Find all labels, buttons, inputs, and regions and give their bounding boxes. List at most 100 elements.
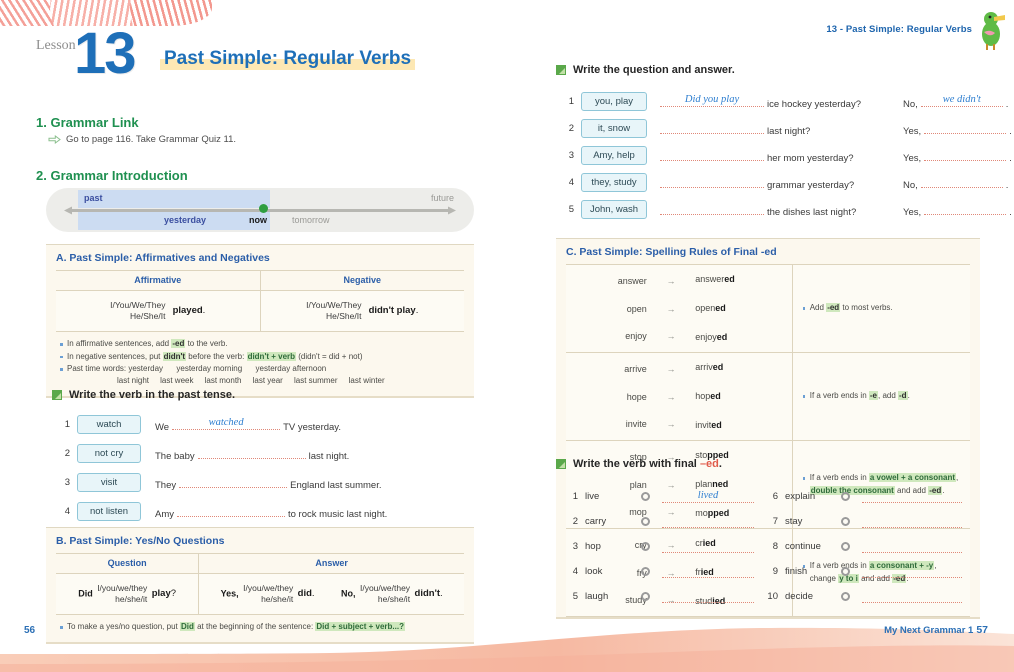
exercise-3-heading-text: Write the verb with final –ed. bbox=[573, 458, 722, 470]
answer-blank[interactable] bbox=[197, 446, 306, 459]
exercise-marker-icon bbox=[556, 65, 566, 75]
question-blank[interactable] bbox=[660, 148, 764, 161]
answer-period: . bbox=[1005, 98, 1009, 110]
answer-blank[interactable]: lived bbox=[662, 490, 754, 503]
exercise-3-row: 5 laugh bbox=[562, 584, 762, 609]
exercise-1-heading: Write the verb in the past tense. bbox=[52, 389, 235, 401]
bullet-circle-icon bbox=[641, 517, 650, 526]
item-number: 4 bbox=[572, 566, 578, 577]
textbook-page-spread: 13 - Past Simple: Regular Verbs Lesson 1… bbox=[0, 0, 1014, 672]
answer-lead: Yes, bbox=[903, 125, 922, 137]
item-number: 10 bbox=[767, 591, 778, 602]
handwritten-answer: lived bbox=[697, 490, 719, 501]
answer-blank[interactable] bbox=[862, 540, 962, 553]
question-blank[interactable]: Did you play bbox=[660, 94, 764, 107]
sentence: The baby last night. bbox=[155, 446, 349, 462]
answer-blank[interactable] bbox=[862, 490, 962, 503]
arrow-icon: → bbox=[646, 264, 696, 294]
bullet-circle-icon bbox=[841, 492, 850, 501]
verb-cue-box[interactable]: John, wash bbox=[581, 200, 647, 219]
past-form: hoped bbox=[695, 382, 793, 411]
answer-blank[interactable] bbox=[924, 148, 1007, 161]
item-number: 2 bbox=[572, 516, 578, 527]
question-part: grammar yesterday? No,. bbox=[657, 175, 1008, 191]
answer-period: . bbox=[1009, 206, 1012, 218]
question-part: Did you play ice hockey yesterday? No, we d… bbox=[657, 94, 1008, 110]
answer-blank[interactable] bbox=[862, 515, 962, 528]
bird-mascot-icon bbox=[982, 12, 1005, 50]
verb-cue-box[interactable]: not cry bbox=[77, 444, 141, 463]
answer-blank[interactable] bbox=[662, 515, 754, 528]
bullet-circle-icon bbox=[841, 592, 850, 601]
item-number: 5 bbox=[572, 591, 578, 602]
item-number: 1 bbox=[568, 96, 574, 107]
item-number: 4 bbox=[64, 506, 70, 517]
base-verb: continue bbox=[785, 541, 821, 552]
answer-lead: No, bbox=[903, 98, 918, 110]
answer-blank[interactable] bbox=[862, 590, 962, 603]
verb-cue-box[interactable]: visit bbox=[77, 473, 141, 492]
arrow-icon: → bbox=[646, 382, 696, 411]
base-verb: carry bbox=[585, 516, 607, 527]
arrow-right-icon bbox=[48, 135, 61, 144]
answer-blank[interactable]: watched bbox=[172, 416, 281, 430]
grammar-link-line[interactable]: Go to page 116. Take Grammar Quiz 11. bbox=[48, 134, 236, 145]
bullet-circle-icon bbox=[641, 567, 650, 576]
handwritten-answer: watched bbox=[208, 416, 244, 428]
answer-period: . bbox=[1009, 125, 1012, 137]
exercise-2-heading-text: Write the question and answer. bbox=[573, 64, 735, 76]
question-blank[interactable] bbox=[660, 202, 764, 215]
answer-blank[interactable] bbox=[662, 540, 754, 553]
verb-cue-box[interactable]: not listen bbox=[77, 502, 141, 521]
answer-blank[interactable] bbox=[920, 175, 1003, 188]
sentence-prefix: Amy bbox=[155, 508, 174, 520]
sentence: Amy to rock music last night. bbox=[155, 504, 387, 520]
exercise-3-row: 7 stay bbox=[762, 509, 982, 534]
base-verb: live bbox=[585, 491, 600, 502]
verb-cue-box[interactable]: watch bbox=[77, 415, 141, 434]
past-form: opened bbox=[695, 294, 793, 323]
page-number-left: 56 bbox=[24, 625, 36, 636]
verb-cue-box[interactable]: Amy, help bbox=[581, 146, 647, 165]
decorative-bottom-wave bbox=[0, 627, 1014, 672]
question-blank[interactable] bbox=[660, 121, 764, 134]
grammar-box-b-title: B. Past Simple: Yes/No Questions bbox=[56, 535, 225, 547]
base-verb: stay bbox=[785, 516, 803, 527]
base-verb: look bbox=[585, 566, 603, 577]
answer-lead: No, bbox=[903, 179, 918, 191]
answer-blank[interactable] bbox=[177, 504, 285, 517]
base-verb: arrive bbox=[566, 352, 647, 382]
past-form: invited bbox=[695, 411, 793, 441]
cell-answer: Yes, I/you/we/they he/she/it did. No, I/y… bbox=[198, 573, 464, 616]
answer-blank[interactable] bbox=[662, 590, 754, 603]
question-blank[interactable] bbox=[660, 175, 764, 188]
question-rest: the dishes last night? bbox=[767, 206, 857, 218]
answer-period: . bbox=[1005, 179, 1009, 191]
base-verb: answer bbox=[566, 264, 647, 294]
sentence-prefix: The baby bbox=[155, 450, 195, 462]
answer-blank[interactable] bbox=[924, 202, 1007, 215]
verb-cue-box[interactable]: they, study bbox=[581, 173, 647, 192]
note-item: In negative sentences, put didn't before… bbox=[60, 351, 464, 363]
bullet-circle-icon bbox=[641, 592, 650, 601]
item-number: 1 bbox=[64, 419, 70, 430]
sentence-suffix: England last summer. bbox=[290, 479, 382, 491]
verb-cue-box[interactable]: it, snow bbox=[581, 119, 647, 138]
answer-blank[interactable] bbox=[862, 565, 962, 578]
exercise-3-heading: Write the verb with final –ed. bbox=[556, 458, 722, 470]
answer-blank[interactable] bbox=[924, 121, 1007, 134]
rule-cell: If a verb ends in -e, add -d. bbox=[791, 352, 970, 441]
timeline-label-yesterday: yesterday bbox=[164, 215, 207, 225]
answer-blank[interactable]: we didn't bbox=[920, 94, 1003, 107]
exercise-1-heading-text: Write the verb in the past tense. bbox=[69, 389, 236, 401]
exercise-3-right-column: 6 explain 7 stay 8 continue 9 finish 10 decide bbox=[762, 484, 982, 609]
question-rest: her mom yesterday? bbox=[767, 152, 854, 164]
answer-blank[interactable] bbox=[179, 475, 288, 488]
verb-cue-box[interactable]: you, play bbox=[581, 92, 647, 111]
item-number: 5 bbox=[568, 204, 574, 215]
cell-negative: I/You/We/They He/She/It didn't play. bbox=[259, 290, 464, 333]
answer-blank[interactable] bbox=[662, 565, 754, 578]
grammar-link-text: Go to page 116. Take Grammar Quiz 11. bbox=[66, 134, 237, 145]
exercise-3-row: 2 carry bbox=[562, 509, 762, 534]
handwritten-answer: Did you play bbox=[684, 93, 740, 105]
